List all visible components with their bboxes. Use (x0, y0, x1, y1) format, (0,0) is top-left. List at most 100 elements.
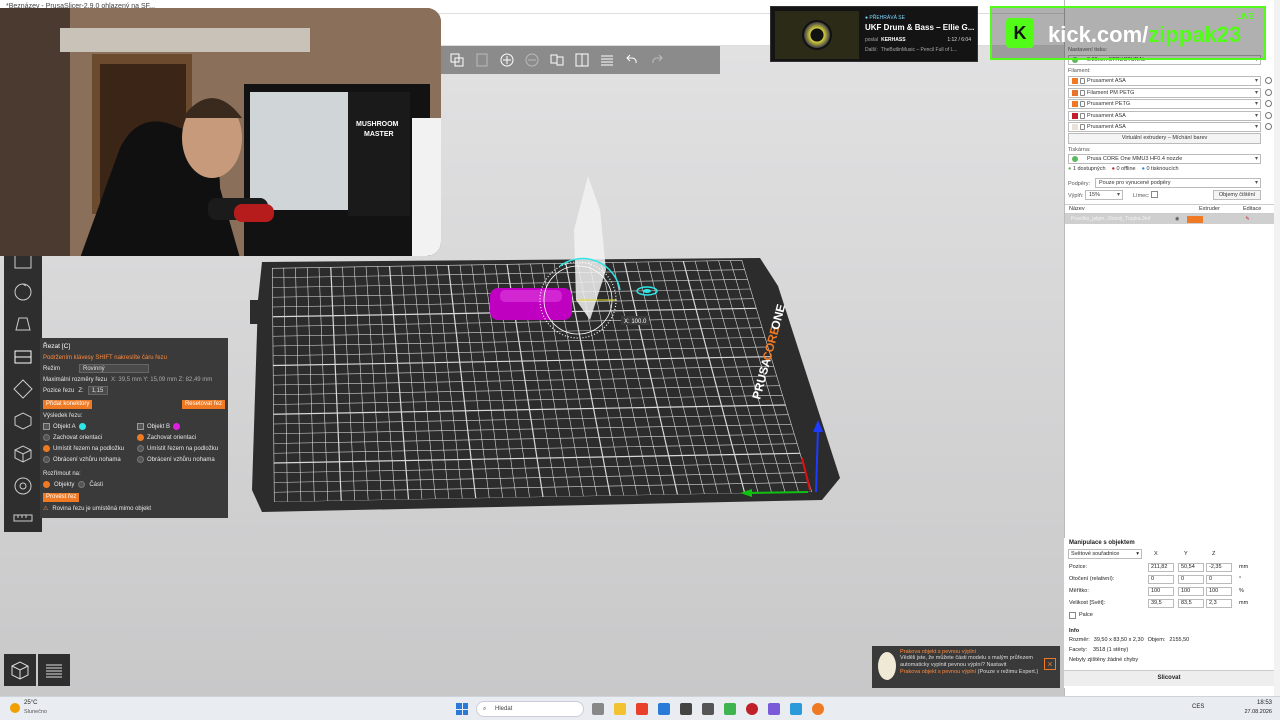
webcam-overlay: MUSHROOM MASTER (0, 8, 441, 256)
close-icon[interactable]: × (1044, 658, 1056, 670)
filament-select-2[interactable]: Filament PM PETG ▾ (1068, 87, 1261, 98)
split-objects-radio[interactable] (43, 481, 50, 488)
seam-icon[interactable] (9, 408, 37, 435)
flip-a-label: Obrácení vzhůru nohama (53, 456, 121, 463)
weather-temp[interactable]: 25°C (24, 700, 37, 706)
weather-icon (10, 703, 20, 713)
printer-label: Tiskárna: (1068, 147, 1091, 153)
prusaslicer-icon[interactable] (812, 703, 824, 715)
manip-value-z[interactable]: -2,35 (1206, 563, 1232, 572)
facets-label: Facety: (1069, 647, 1088, 653)
purge-volumes-button[interactable]: Objemy čištění (1213, 190, 1261, 200)
place-cut-a-radio[interactable] (43, 445, 50, 452)
supports-select[interactable]: Pouze pro vynucené podpěry ▾ (1095, 178, 1261, 188)
kick-url-prefix: kick.com/ (1048, 22, 1149, 47)
col-edit: Editace (1243, 206, 1262, 212)
place-cut-b-label: Umístit řezem na podložku (147, 445, 219, 452)
task-view-icon[interactable] (592, 703, 604, 715)
perform-cut-button[interactable]: Provést řez (43, 493, 80, 502)
manip-value-y[interactable]: 100 (1178, 587, 1204, 596)
edit-icon[interactable]: ✎ (1245, 216, 1249, 222)
manip-value-x[interactable]: 0 (1148, 575, 1174, 584)
filament-settings-icon[interactable] (1265, 123, 1272, 130)
keep-orient-b-radio[interactable] (137, 434, 144, 441)
hint-link[interactable]: Prakova objekt s pevnou výplní (900, 669, 976, 675)
kick-overlay: K kick.com/zippak23 LIVE (990, 6, 1266, 60)
brave-icon[interactable] (636, 703, 648, 715)
plane-warning: Rovina řezu je umístěná mimo objekt (52, 505, 152, 512)
slice-button[interactable]: Slicovat (1064, 670, 1274, 686)
app-green-icon[interactable] (724, 703, 736, 715)
3d-viewport[interactable]: *Beznázev - PrusaSlicer-2.9.0 ohlazený n… (0, 0, 1064, 696)
app-blue-icon[interactable] (790, 703, 802, 715)
objA-checkbox[interactable] (43, 423, 50, 430)
discord-icon[interactable] (768, 703, 780, 715)
manip-value-z[interactable]: 0 (1206, 575, 1232, 584)
place-on-face-icon[interactable] (9, 311, 37, 338)
ruler-icon[interactable] (9, 505, 37, 532)
filament-settings-icon[interactable] (1265, 111, 1272, 119)
place-cut-b-radio[interactable] (137, 445, 144, 452)
3d-view-icon[interactable] (4, 654, 36, 686)
manip-value-x[interactable]: 211,82 (1148, 563, 1174, 572)
filament-select-4[interactable]: Prusament ASA ▾ (1068, 110, 1261, 121)
filament-settings-icon[interactable] (1265, 77, 1272, 84)
extruder-swatch[interactable] (1187, 215, 1204, 223)
paint-supports-icon[interactable] (9, 375, 37, 402)
cut-icon[interactable] (9, 343, 37, 370)
preview-icon[interactable] (38, 654, 70, 686)
terminal-icon[interactable] (680, 703, 692, 715)
filament-select-3[interactable]: Prusament PETG ▾ (1068, 99, 1261, 109)
taskbar-search[interactable]: ⌕ Hledat (476, 701, 584, 717)
coord-mode-select[interactable]: Světové souřadnice ▾ (1068, 549, 1142, 559)
manip-value-z[interactable]: 100 (1206, 587, 1232, 596)
reset-cut-button[interactable]: Resetovat řez (181, 400, 225, 409)
printer-select[interactable]: Prusa CORE One MMU3 HF0.4 nozzle ▾ (1068, 154, 1261, 164)
manip-value-y[interactable]: 83,5 (1178, 599, 1204, 608)
volume-value: 2155,50 (1169, 637, 1190, 643)
inches-label: Palce (1079, 612, 1093, 618)
split-parts-radio[interactable] (78, 481, 86, 488)
rotate-icon[interactable] (9, 278, 37, 305)
eye-icon[interactable]: ◉ (1175, 216, 1179, 222)
explorer-icon[interactable] (614, 703, 626, 715)
search-icon: ⌕ (483, 706, 487, 712)
keep-orient-a-radio[interactable] (43, 434, 50, 441)
input-language[interactable]: CES (1192, 704, 1204, 710)
mode-label: Režim (43, 365, 61, 372)
add-connectors-button[interactable]: Přidat konektory (43, 400, 93, 409)
store-icon[interactable] (702, 703, 714, 715)
manip-value-y[interactable]: 50,54 (1178, 563, 1204, 572)
filament-select-1[interactable]: Prusament ASA ▾ (1068, 76, 1261, 86)
measure-icon[interactable] (9, 472, 37, 499)
infill-select[interactable]: 15% ▾ (1085, 190, 1123, 200)
flip-a-radio[interactable] (43, 456, 50, 463)
filament-settings-icon[interactable] (1265, 100, 1272, 107)
flip-b-radio[interactable] (137, 456, 144, 463)
mail-icon[interactable] (658, 703, 670, 715)
object-row[interactable]: Pravítko_jalger...Rovný_Turpka.3mf ◉ ✎ (1065, 214, 1275, 224)
obs-icon[interactable] (746, 703, 758, 715)
objB-checkbox[interactable] (137, 423, 144, 430)
axis-x: X (1154, 551, 1158, 557)
filament-select-5[interactable]: Prusament ASA ▾ (1068, 122, 1261, 132)
filament-settings-icon[interactable] (1265, 88, 1272, 96)
cut-pos-input[interactable]: 1,15 (87, 386, 108, 395)
manip-value-x[interactable]: 100 (1148, 587, 1174, 596)
inches-checkbox[interactable] (1069, 612, 1076, 619)
track-time: 1:12 / 6:04 (947, 37, 971, 43)
objB-color (173, 423, 181, 430)
mode-select[interactable]: Rovinný (79, 364, 149, 373)
manip-value-x[interactable]: 39,5 (1148, 599, 1174, 608)
shift-hint: Podržením klávesy SHIFT nakreslíte čáru … (43, 354, 167, 361)
brim-checkbox[interactable] (1151, 191, 1158, 198)
windows-start-icon[interactable] (456, 703, 468, 715)
next-track: TheButlinMusic – Pencil Full of L... (880, 47, 958, 53)
manip-value-y[interactable]: 0 (1178, 575, 1204, 584)
errors-value: Nebyly zjištěny žádné chyby (1069, 657, 1139, 663)
clock-time[interactable]: 18:53 (1242, 700, 1272, 706)
fuzzy-skin-icon[interactable] (9, 440, 37, 467)
filament-label: Filament: (1068, 68, 1091, 74)
virtual-extruders-button[interactable]: Virtuální extrudery – Míchání barev (1068, 133, 1261, 144)
manip-value-z[interactable]: 2,3 (1206, 599, 1232, 608)
